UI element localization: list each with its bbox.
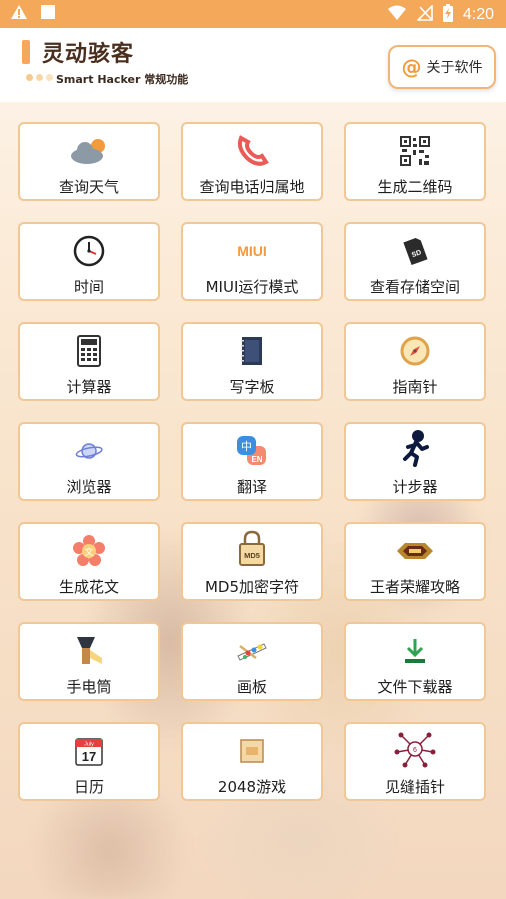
feature-card-pin-game[interactable]: 6 见缝插针 [344, 722, 486, 801]
palette-icon [183, 634, 321, 668]
feature-label: 翻译 [236, 478, 267, 496]
about-button-label: 关于软件 [426, 60, 483, 76]
at-icon: @ [401, 55, 422, 79]
feature-card-pedometer[interactable]: 计步器 [344, 422, 486, 501]
game-logo-icon [346, 534, 484, 568]
feature-card-flower-text[interactable]: 文 生成花文 [18, 522, 160, 601]
feature-label: 查询天气 [58, 178, 119, 196]
sd-card-icon: SD [346, 234, 484, 268]
feature-card-game-guide[interactable]: 王者荣耀攻略 [344, 522, 486, 601]
feature-label: 查询电话归属地 [199, 178, 305, 196]
feature-label: 生成二维码 [377, 178, 453, 196]
browser-planet-icon [20, 434, 158, 468]
feature-card-storage[interactable]: SD 查看存储空间 [344, 222, 486, 301]
miui-logo-icon: MIUI [237, 243, 267, 259]
pin-game-icon: 6 [346, 732, 484, 768]
feature-label: 浏览器 [66, 478, 112, 496]
feature-label: 生成花文 [58, 578, 119, 596]
feature-card-phone[interactable]: 查询电话归属地 [181, 122, 323, 201]
wifi-icon [387, 5, 407, 25]
calendar-icon: July 17 [20, 734, 158, 768]
feature-card-2048[interactable]: 2048游戏 [181, 722, 323, 801]
svg-text:17: 17 [82, 749, 96, 764]
feature-card-compass[interactable]: 指南针 [344, 322, 486, 401]
qr-code-icon [346, 134, 484, 168]
battery-charging-icon [442, 4, 453, 26]
status-bar: 4:20 [0, 0, 506, 28]
svg-text:6: 6 [413, 747, 417, 754]
clock-time: 4:20 [462, 6, 494, 23]
feature-label: 文件下载器 [377, 678, 453, 696]
feature-card-qrcode[interactable]: 生成二维码 [344, 122, 486, 201]
running-man-icon [346, 430, 484, 468]
feature-card-translate[interactable]: 中 EN 翻译 [181, 422, 323, 501]
feature-label: 见缝插针 [384, 778, 445, 796]
feature-label: 手电筒 [66, 678, 112, 696]
feature-card-miui[interactable]: MIUI MIUI运行模式 [181, 222, 323, 301]
svg-text:MD5: MD5 [244, 551, 260, 560]
feature-card-weather[interactable]: 查询天气 [18, 122, 160, 201]
clock-icon [20, 234, 158, 268]
no-signal-icon [415, 4, 433, 25]
app-subtitle: Smart Hacker 常规功能 [56, 73, 189, 86]
feature-label: 时间 [73, 278, 104, 296]
game-2048-icon [183, 734, 321, 768]
compass-icon [346, 334, 484, 368]
decorative-dots [26, 74, 53, 81]
feature-label: MD5加密字符 [204, 578, 300, 596]
app-header: 灵动骇客 Smart Hacker 常规功能 @ 关于软件 [0, 28, 506, 102]
download-icon [346, 634, 484, 668]
feature-label: 查看存储空间 [369, 278, 460, 296]
title-accent-bar [22, 40, 30, 64]
app-title: 灵动骇客 [42, 42, 135, 67]
flower-text-icon: 文 [20, 534, 158, 568]
feature-card-notepad[interactable]: 写字板 [181, 322, 323, 401]
feature-label: 计算器 [66, 378, 112, 396]
feature-label: 王者荣耀攻略 [369, 578, 460, 596]
feature-card-downloader[interactable]: 文件下载器 [344, 622, 486, 701]
notebook-icon [183, 334, 321, 368]
feature-label: 2048游戏 [217, 778, 287, 796]
feature-label: 指南针 [392, 378, 438, 396]
feature-card-calendar[interactable]: July 17 日历 [18, 722, 160, 801]
warning-icon [10, 4, 28, 24]
feature-card-md5[interactable]: MD5 MD5加密字符 [181, 522, 323, 601]
feature-card-time[interactable]: 时间 [18, 222, 160, 301]
svg-text:中: 中 [241, 440, 252, 453]
feature-label: 计步器 [392, 478, 438, 496]
svg-text:July: July [84, 742, 94, 748]
calculator-icon [20, 334, 158, 368]
feature-label: 日历 [73, 778, 104, 796]
feature-card-calculator[interactable]: 计算器 [18, 322, 160, 401]
phone-icon [183, 134, 321, 168]
notification-icon [40, 4, 56, 24]
about-button[interactable]: @ 关于软件 [388, 45, 496, 89]
feature-label: MIUI运行模式 [205, 278, 299, 296]
md5-lock-icon: MD5 [183, 530, 321, 568]
flashlight-icon [20, 634, 158, 668]
svg-text:文: 文 [84, 546, 93, 558]
feature-card-browser[interactable]: 浏览器 [18, 422, 160, 501]
feature-label: 画板 [236, 678, 267, 696]
svg-text:EN: EN [251, 455, 262, 464]
feature-card-drawing-board[interactable]: 画板 [181, 622, 323, 701]
feature-label: 写字板 [229, 378, 275, 396]
feature-card-flashlight[interactable]: 手电筒 [18, 622, 160, 701]
weather-cloud-icon [20, 134, 158, 168]
translate-icon: 中 EN [183, 434, 321, 468]
